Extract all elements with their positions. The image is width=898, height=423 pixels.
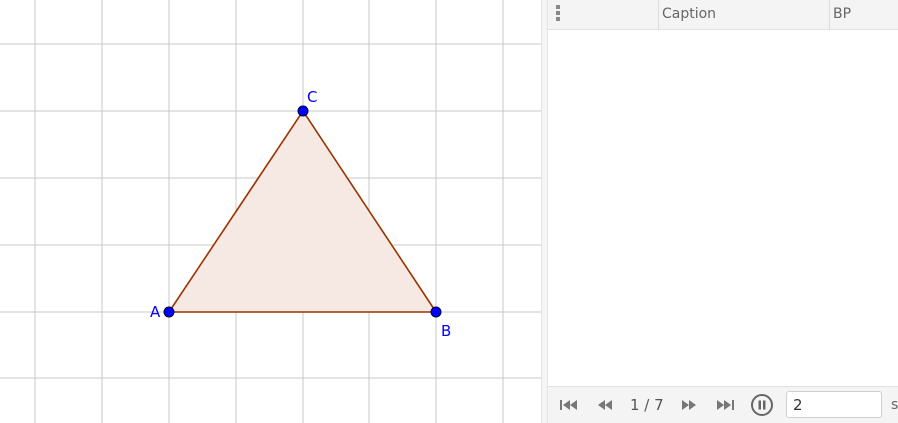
speed-input[interactable] <box>786 391 882 418</box>
skip-last-icon[interactable] <box>714 393 736 417</box>
point-a[interactable] <box>163 306 175 318</box>
pause-icon[interactable] <box>749 392 775 418</box>
navigation-bar: 1 / 7 s <box>548 386 898 423</box>
column-header-number[interactable] <box>548 0 658 29</box>
page-indicator: 1 / 7 <box>630 396 664 414</box>
graphics-canvas[interactable]: A B C <box>0 0 541 423</box>
column-header-caption[interactable]: Caption <box>658 0 829 29</box>
triangle-abc[interactable] <box>169 111 436 312</box>
fast-forward-icon[interactable] <box>678 393 700 417</box>
skip-first-icon[interactable] <box>558 393 580 417</box>
panel-divider[interactable] <box>541 0 548 423</box>
point-b[interactable] <box>430 306 442 318</box>
table-header: Caption BP <box>548 0 898 30</box>
speed-unit-label: s <box>891 397 898 413</box>
column-header-bp[interactable]: BP <box>829 0 898 29</box>
point-c[interactable] <box>297 105 309 117</box>
construction-protocol-panel: Caption BP 1 / 7 s <box>548 0 898 423</box>
point-c-label: C <box>307 88 317 106</box>
point-a-label: A <box>150 303 161 321</box>
rewind-icon[interactable] <box>594 393 616 417</box>
graphics-view[interactable]: A B C <box>0 0 541 423</box>
point-b-label: B <box>441 322 451 340</box>
